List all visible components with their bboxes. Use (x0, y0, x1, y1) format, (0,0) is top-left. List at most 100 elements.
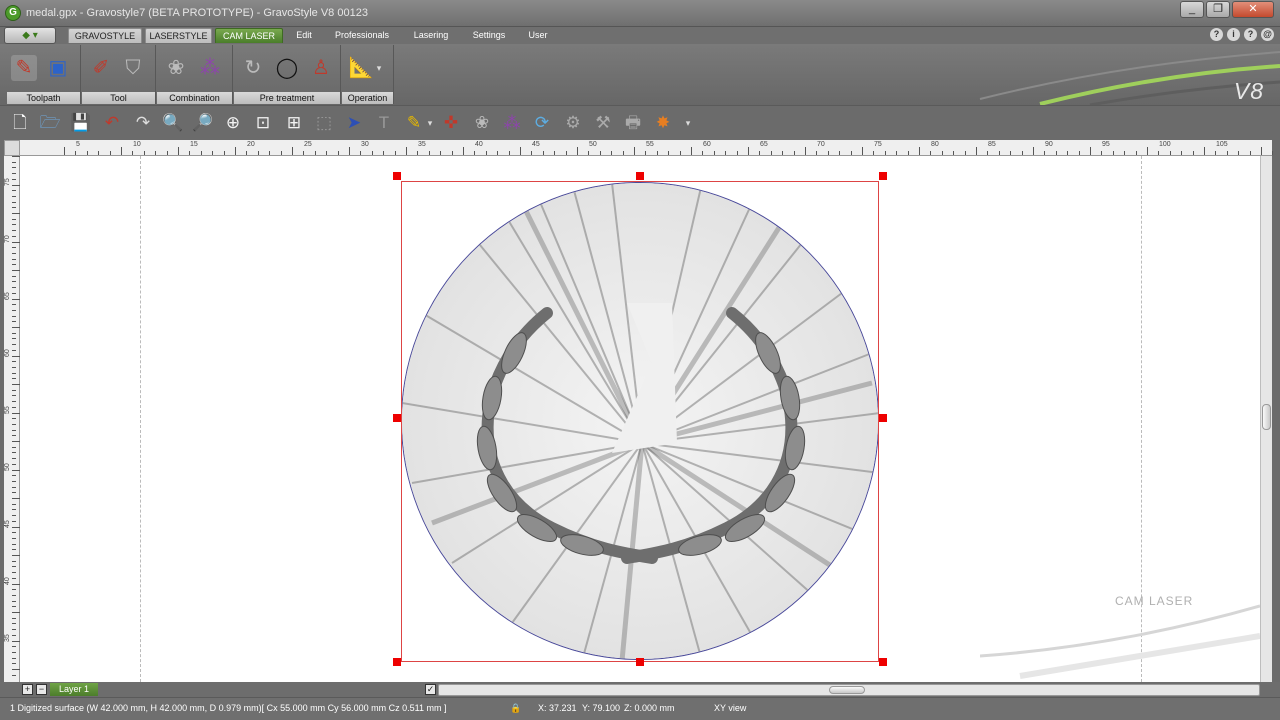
ribbon-group-label: Combination (157, 92, 232, 104)
horizontal-scroll-thumb[interactable] (829, 686, 865, 694)
ruler-tick (12, 156, 20, 157)
ruler-tick (12, 480, 16, 482)
ruler-tick (1010, 151, 1012, 155)
ribbon-group-combination: ❀ ⁂ Combination (157, 45, 233, 104)
menu-user[interactable]: User (521, 28, 555, 43)
laser-fire-icon[interactable]: ✸ (652, 112, 674, 134)
toolpath-multi-icon[interactable]: ▣ (45, 55, 71, 81)
node-edit-icon[interactable]: ✜ (440, 112, 462, 134)
ruler-tick (12, 292, 16, 294)
save-icon[interactable]: 💾 (70, 112, 92, 134)
chevron-down-icon[interactable]: ▾ (682, 112, 694, 134)
ruler-tick (12, 412, 20, 414)
combine-icon[interactable]: ❀ (471, 112, 493, 134)
redo-icon[interactable]: ↷ (132, 112, 154, 134)
cursor-z: Z: 0.000 mm (624, 703, 675, 713)
remove-layer-button[interactable]: − (36, 684, 47, 695)
points-icon[interactable]: ⁂ (501, 112, 523, 134)
drawing-canvas[interactable]: CAM LASER (20, 156, 1260, 682)
ruler-tick (12, 270, 20, 271)
checkbox-icon[interactable]: ✓ (425, 684, 436, 695)
contour-icon[interactable]: ◯ (274, 55, 300, 81)
maximize-button[interactable]: ❐ (1206, 1, 1230, 18)
ruler-tick (1181, 151, 1183, 155)
resize-handle-w[interactable] (393, 414, 401, 422)
combine-icon[interactable]: ❀ (163, 55, 189, 81)
add-layer-button[interactable]: + (22, 684, 33, 695)
ruler-tick (12, 366, 16, 368)
zoom-window-icon[interactable]: ⊕ (222, 112, 244, 134)
resize-handle-nw[interactable] (393, 172, 401, 180)
tab-laserstyle[interactable]: LASERSTYLE (145, 28, 212, 43)
ruler-tick (12, 606, 16, 608)
gravostyle-icon[interactable]: G (5, 5, 21, 21)
ruler-tick (622, 151, 624, 155)
undo-icon[interactable]: ↶ (101, 112, 123, 134)
set-square-icon[interactable]: 📐 (348, 55, 374, 81)
vertical-scroll-thumb[interactable] (1262, 404, 1271, 430)
ruler-tick (713, 151, 715, 155)
help-topics-icon[interactable]: ? (1210, 28, 1223, 41)
chevron-down-icon[interactable]: ▾ (425, 112, 435, 134)
version-logo: V8 (1233, 78, 1264, 104)
tab-cam-laser[interactable]: CAM LASER (215, 28, 283, 43)
resize-handle-s[interactable] (636, 658, 644, 666)
zoom-icon[interactable]: 🔍 (162, 112, 184, 134)
ruler-tick (12, 492, 16, 494)
horizontal-scrollbar[interactable] (438, 684, 1260, 696)
app-menu-button[interactable]: ◆ ▾ (4, 27, 56, 44)
frame-icon[interactable]: ⬚ (313, 112, 335, 134)
ruler-tick (1112, 151, 1114, 155)
ruler-tick (257, 151, 259, 155)
toolpath-icon[interactable]: ✎ (11, 55, 37, 81)
ruler-tick (12, 515, 16, 517)
ruler-tick (691, 147, 692, 155)
ruler-label: 70 (817, 141, 825, 148)
machine-icon[interactable]: ⚒ (592, 112, 614, 134)
resize-handle-sw[interactable] (393, 658, 401, 666)
chevron-down-icon[interactable]: ▾ (372, 55, 386, 81)
lock-icon[interactable]: 🔒 (510, 703, 521, 714)
edit-pencil-icon[interactable]: ✎ (403, 112, 425, 134)
marker-icon[interactable]: ♙ (308, 55, 334, 81)
ruler-tick (1192, 151, 1194, 155)
help-icon[interactable]: ? (1244, 28, 1257, 41)
tool-shield-icon[interactable]: ⛉ (120, 55, 146, 81)
ruler-tick (599, 151, 601, 155)
ruler-label: 90 (1045, 141, 1053, 148)
device-icon[interactable]: 🖶 (622, 112, 644, 134)
ruler-label: 35 (4, 634, 11, 642)
engraver-icon[interactable]: ⚙ (562, 112, 584, 134)
open-file-icon[interactable]: 🗁 (39, 112, 61, 134)
select-arrow-icon[interactable]: ➤ (343, 112, 365, 134)
combine-points-icon[interactable]: ⁂ (197, 55, 223, 81)
zoom-all-icon[interactable]: ⊞ (283, 112, 305, 134)
vertical-scrollbar[interactable] (1260, 156, 1272, 682)
close-button[interactable]: ✕ (1232, 1, 1274, 18)
menu-professionals[interactable]: Professionals (327, 28, 397, 43)
resize-handle-n[interactable] (636, 172, 644, 180)
title-bar: G medal.gpx - Gravostyle7 (BETA PROTOTYP… (0, 0, 1280, 27)
zoom-page-icon[interactable]: ⊡ (252, 112, 274, 134)
resize-handle-ne[interactable] (879, 172, 887, 180)
zoom-out-icon[interactable]: 🔎 (192, 112, 214, 134)
web-icon[interactable]: @ (1261, 28, 1274, 41)
layer-tab[interactable]: Layer 1 (50, 683, 98, 696)
new-file-icon[interactable]: 🗋 (9, 112, 31, 134)
refresh-icon[interactable]: ↻ (240, 55, 266, 81)
ruler-tick (12, 213, 20, 214)
ruler-tick (987, 151, 989, 155)
ruler-tick (1033, 147, 1034, 155)
ruler-tick (64, 147, 65, 155)
menu-lasering[interactable]: Lasering (405, 28, 457, 43)
info-icon[interactable]: i (1227, 28, 1240, 41)
resize-handle-e[interactable] (879, 414, 887, 422)
tab-gravostyle[interactable]: GRAVOSTYLE (68, 28, 142, 43)
menu-settings[interactable]: Settings (464, 28, 514, 43)
tool-icon[interactable]: ✐ (88, 55, 114, 81)
minimize-button[interactable]: _ (1180, 1, 1204, 18)
sync-icon[interactable]: ⟳ (531, 112, 553, 134)
text-icon[interactable]: T (373, 112, 395, 134)
menu-edit[interactable]: Edit (288, 28, 320, 43)
resize-handle-se[interactable] (879, 658, 887, 666)
